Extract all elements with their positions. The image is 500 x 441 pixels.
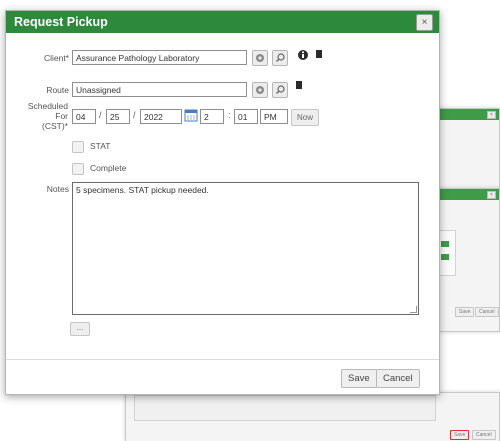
- document-icon[interactable]: [296, 81, 302, 89]
- stat-checkbox-label: STAT: [90, 141, 111, 151]
- year-field[interactable]: 2022: [140, 109, 182, 124]
- dialog-footer-divider: [6, 359, 439, 360]
- scheduled-label-line1: Scheduled: [27, 101, 68, 111]
- client-field[interactable]: Assurance Pathology Laboratory: [72, 50, 247, 65]
- calendar-icon[interactable]: [184, 108, 198, 122]
- background-green-row: [441, 241, 449, 247]
- clear-client-button[interactable]: [252, 50, 268, 66]
- clear-icon: [256, 54, 264, 62]
- info-icon: [298, 50, 308, 60]
- background-window-middle: × Save Cancel: [436, 188, 500, 332]
- day-field[interactable]: 25: [106, 109, 130, 124]
- cancel-button[interactable]: Cancel: [376, 369, 420, 388]
- notes-text: 5 specimens. STAT pickup needed.: [76, 185, 209, 195]
- clear-icon: [256, 86, 264, 94]
- date-separator: /: [99, 110, 102, 120]
- search-icon: [276, 85, 285, 94]
- background-save-button[interactable]: Save: [455, 307, 475, 317]
- scheduled-label-line2: For: [55, 111, 68, 121]
- search-route-button[interactable]: [272, 82, 288, 98]
- background-cancel-button[interactable]: Cancel: [475, 307, 499, 317]
- search-icon: [276, 53, 285, 62]
- dialog-titlebar: Request Pickup ×: [6, 11, 439, 33]
- route-field[interactable]: Unassigned: [72, 82, 247, 97]
- save-button[interactable]: Save: [341, 369, 377, 388]
- background-window-top-close-icon[interactable]: ×: [487, 111, 496, 119]
- client-info-button[interactable]: [297, 48, 309, 60]
- background-window-middle-close-icon[interactable]: ×: [487, 191, 496, 199]
- background-save-button-highlighted[interactable]: Save: [450, 430, 470, 440]
- background-cancel-button[interactable]: Cancel: [472, 430, 496, 440]
- close-icon[interactable]: ×: [416, 14, 433, 31]
- ampm-field[interactable]: PM: [260, 109, 288, 124]
- dialog-title: Request Pickup: [14, 15, 108, 29]
- date-separator: /: [133, 110, 136, 120]
- notes-label: Notes: [46, 184, 69, 194]
- background-green-row: [441, 254, 449, 260]
- client-label: Client*: [43, 53, 69, 63]
- stat-checkbox[interactable]: [72, 141, 84, 153]
- clear-route-button[interactable]: [252, 82, 268, 98]
- hour-field[interactable]: 2: [200, 109, 224, 124]
- background-content-area: [134, 395, 436, 421]
- minute-field[interactable]: 01: [234, 109, 258, 124]
- now-button[interactable]: Now: [291, 109, 320, 126]
- time-separator: :: [228, 110, 231, 120]
- month-field[interactable]: 04: [72, 109, 96, 124]
- more-button[interactable]: ...: [70, 322, 90, 336]
- notes-textarea[interactable]: 5 specimens. STAT pickup needed.: [72, 182, 419, 315]
- background-window-top: ×: [432, 108, 500, 190]
- route-label: Route: [46, 85, 69, 95]
- complete-checkbox-label: Complete: [90, 163, 127, 173]
- document-icon[interactable]: [316, 50, 322, 58]
- calendar-icon-graphic: [184, 109, 198, 122]
- complete-checkbox[interactable]: [72, 163, 84, 175]
- request-pickup-dialog: Request Pickup × Client* Assurance Patho…: [5, 10, 440, 395]
- resize-grip-icon[interactable]: [410, 306, 417, 313]
- search-client-button[interactable]: [272, 50, 288, 66]
- scheduled-label-line3: (CST)*: [42, 121, 68, 131]
- background-window-bottom: Save Cancel: [125, 392, 500, 441]
